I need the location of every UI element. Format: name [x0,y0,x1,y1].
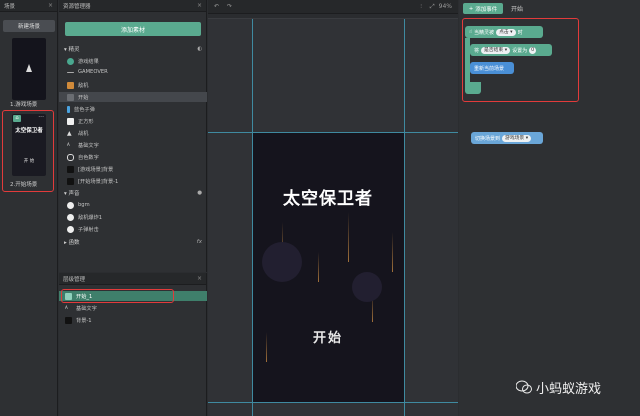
fit-icon[interactable]: ⤢ [430,3,435,11]
scene-dropdown[interactable]: 游戏场景 ▾ [502,135,531,142]
guide-line [208,402,458,403]
switch-scene-block[interactable]: 切换场景到 游戏场景 ▾ [471,132,543,144]
resource-manager-panel: 资源管理器 × 添加素材 ▾ 精灵 ◐ 游戏结果 GAMEOVER 敌机 开始 … [59,0,207,272]
scenes-panel-title: 场景 [4,2,15,10]
close-icon[interactable]: × [197,2,202,9]
tab-start[interactable]: 开始 [511,4,523,13]
ruler [208,14,458,19]
microphone-icon[interactable]: ● [197,190,202,196]
sprite-item[interactable]: ▲战机 [59,128,207,138]
layer-item[interactable]: A基础文字 [59,303,207,313]
hand-icon: ☝ [469,29,472,35]
layer-item[interactable]: 背景-1 [59,315,207,325]
add-event-button[interactable]: + 添加事件 [463,3,503,14]
sprite-item[interactable]: 敌机 [59,80,207,90]
sprite-item[interactable]: 游戏结果 [59,56,207,66]
set-variable-block[interactable]: 将 是否结束 ▾ 设置为 0 [470,44,552,56]
section-sound[interactable]: ▾ 声音 ● [59,188,207,198]
thumb-game-title: 太空保卫者 [12,126,46,134]
event-hat-block[interactable]: ☝ 当精灵被 点击 ▾ 时 [465,26,543,38]
background-icon [67,166,74,173]
sprite-item[interactable]: 蓝色子弹 [59,104,207,114]
event-block-foot [465,82,481,94]
button-icon [67,94,74,101]
align-icon[interactable]: ⫶ [420,3,422,11]
resource-manager-header: 资源管理器 × [59,0,206,12]
sound-item[interactable]: bgm [59,200,207,210]
text-icon: A [67,142,74,149]
meteor-streak [318,252,319,282]
globe-icon [67,58,74,65]
bullet-icon [67,106,70,113]
scene-label-game: 1.游戏场景 [10,100,37,108]
layer-manager-header: 层级管理 × [59,273,206,285]
meteor-streak [348,212,349,262]
play-icon [67,214,74,221]
zoom-level[interactable]: 94% [439,3,452,10]
function-icon[interactable]: fx [197,239,202,245]
game-title-text[interactable]: 太空保卫者 [252,184,404,209]
thumb-start-text: 开 始 [12,158,46,164]
restart-scene-block[interactable]: 重新当前场景 [470,62,514,74]
start-button-sprite[interactable]: 开始 [252,327,404,346]
sprite-item[interactable]: [游戏场景]背景 [59,164,207,174]
play-icon [67,226,74,233]
watermark-text: 小蚂蚁游戏 [536,378,601,397]
plane-icon: ▲ [67,130,74,137]
sprite-item[interactable]: 自色数字 [59,152,207,162]
new-scene-button[interactable]: 新建场景 [3,20,55,32]
enemy-icon [67,82,74,89]
value-input[interactable]: 0 [529,47,536,54]
plus-icon: + [469,6,474,12]
background-icon [65,317,72,324]
planet-shape [352,272,382,302]
planet-shape [262,242,302,282]
sprite-item-selected[interactable]: 开始 [59,92,207,102]
palette-icon[interactable]: ◐ [197,46,202,52]
click-dropdown[interactable]: 点击 ▾ [496,29,516,36]
background-icon [67,178,74,185]
add-asset-button[interactable]: 添加素材 [65,22,201,36]
digit-icon [67,154,74,161]
scene-canvas[interactable]: ↶ ↷ ⫶ ⤢ 94% 太空保卫者 开始 [208,0,458,416]
canvas-toolbar: ↶ ↷ ⫶ ⤢ 94% [208,0,458,14]
close-icon[interactable]: × [197,275,202,282]
sprite-item[interactable]: 正方形 [59,116,207,126]
meteor-streak [392,232,393,272]
line-icon [67,72,74,73]
layer-manager-panel: 层级管理 × 开始_1 A基础文字 背景-1 [59,273,207,416]
text-icon: A [65,305,72,312]
watermark: 小蚂蚁游戏 [516,378,636,396]
square-icon [67,118,74,125]
scenes-panel-header: 场景 × [0,0,57,12]
section-functions[interactable]: ▸ 函数 fx [59,237,207,247]
sprite-item[interactable]: [开始场景]背景-1 [59,176,207,186]
redo-icon[interactable]: ↷ [227,3,232,10]
section-sprites[interactable]: ▾ 精灵 ◐ [59,44,207,54]
resource-manager-title: 资源管理器 [63,2,91,10]
close-icon[interactable]: × [48,2,53,9]
guide-line [404,19,405,416]
spaceship-icon [12,38,46,100]
guide-line [252,19,253,416]
layer-manager-title: 层级管理 [63,275,85,283]
events-panel: + 添加事件 开始 ☝ 当精灵被 点击 ▾ 时 将 是否结束 ▾ 设置为 0 重… [459,0,640,416]
sound-item[interactable]: 子弹射击 [59,224,207,234]
variable-dropdown[interactable]: 是否结束 ▾ [481,47,510,54]
sprite-item[interactable]: GAMEOVER [59,67,207,77]
home-icon: ⌂ [13,115,21,122]
game-stage[interactable]: 太空保卫者 开始 [252,132,404,402]
scene-label-start: 2.开始场景 [10,180,37,188]
undo-icon[interactable]: ↶ [214,3,219,10]
scene-thumbnail-game[interactable] [12,38,46,100]
wechat-icon [516,380,532,394]
selected-layer-highlight [61,289,174,303]
sound-item[interactable]: 敌机爆炸1 [59,212,207,222]
more-icon[interactable]: ··· [38,114,44,121]
play-icon [67,202,74,209]
scene-thumbnail-start[interactable]: ⌂ ··· 太空保卫者 开 始 [12,114,46,176]
scenes-panel: 场景 × 新建场景 1.游戏场景 ⌂ ··· 太空保卫者 开 始 2.开始场景 [0,0,58,416]
sprite-item[interactable]: A基础文字 [59,140,207,150]
guide-line [208,132,458,133]
